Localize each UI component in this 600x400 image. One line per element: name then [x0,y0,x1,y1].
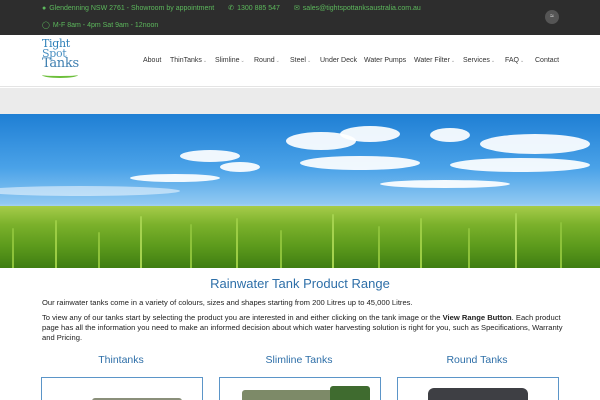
nav-slimline[interactable]: Slimline⌄ [215,57,245,64]
intro-paragraph: Our rainwater tanks come in a variety of… [42,298,413,307]
page-title: Rainwater Tank Product Range [210,276,390,291]
chevron-down-icon: ⌄ [450,58,456,64]
nav-label: Services [463,57,490,64]
logo-swoosh [42,72,78,78]
tank-image[interactable] [428,388,528,400]
chevron-down-icon: ⌄ [240,58,245,64]
nav-about[interactable]: About [143,57,161,64]
email-item[interactable]: ✉ sales@tightspottanksaustralia.com.au [294,5,421,12]
chevron-down-icon: ⌄ [202,58,208,64]
nav-round[interactable]: Round⌄ [254,57,280,64]
nav-under-deck[interactable]: Under Deck [320,57,357,64]
chevron-down-icon: ⌄ [275,58,280,64]
nav-label: Contact [535,57,560,64]
email-link[interactable]: sales@tightspottanksaustralia.com.au [303,5,421,12]
breadcrumb-band [0,88,600,114]
view-range-emphasis: View Range Button [442,313,512,322]
hours-item: ◯ M-F 8am - 4pm Sat 9am - 12noon [42,22,158,29]
nav-label: Steel [290,57,306,64]
chevron-down-icon: ⌄ [490,58,496,64]
nav-label: Slimline [215,57,240,64]
nav-steel[interactable]: Steel⌄ [290,57,311,64]
contact-row: ● Glendenning NSW 2761 - Showroom by app… [42,5,435,12]
nav-label: Under Deck [320,57,357,64]
chevron-down-icon: ⌄ [306,58,312,64]
top-bar: ● Glendenning NSW 2761 - Showroom by app… [0,0,600,35]
nav-water-pumps[interactable]: Water Pumps [364,57,406,64]
product-title-round[interactable]: Round Tanks [397,354,557,366]
instructions-paragraph: To view any of our tanks start by select… [42,313,564,343]
product-card-round[interactable] [397,377,559,400]
clock-icon: ◯ [42,22,50,29]
hero-image [0,114,600,268]
nav-services[interactable]: Services⌄ [463,57,495,64]
phone-icon: ✆ [228,5,235,12]
chevron-down-icon: ⌄ [520,58,525,64]
phone-text[interactable]: 1300 885 547 [237,5,280,12]
logo-line-3: Tanks [42,56,79,71]
site-header: Tight Spot Tanks About ThinTanks⌄ Slimli… [0,35,600,87]
product-title-slimline[interactable]: Slimline Tanks [219,354,379,366]
nav-label: ThinTanks [170,57,202,64]
nav-faq[interactable]: FAQ⌄ [505,57,524,64]
hours-text: M-F 8am - 4pm Sat 9am - 12noon [52,22,159,29]
tank-image[interactable] [330,386,370,400]
map-pin-icon: ● [42,5,47,12]
nav-label: Round [254,57,275,64]
nav-label: FAQ [505,57,520,64]
tank-image[interactable] [242,390,342,400]
envelope-icon: ✉ [293,5,300,12]
address-text: Glendenning NSW 2761 - Showroom by appoi… [49,5,215,12]
product-card-thintanks[interactable] [41,377,203,400]
product-title-thintanks[interactable]: Thintanks [41,354,201,366]
rss-icon[interactable]: ≈ [545,10,559,24]
nav-label: Water Pumps [364,57,407,64]
instructions-text-1: To view any of our tanks start by select… [42,313,443,322]
grass-field [0,206,600,268]
phone-item[interactable]: ✆ 1300 885 547 [228,5,280,12]
site-logo[interactable]: Tight Spot Tanks [42,38,80,83]
nav-thintanks[interactable]: ThinTanks⌄ [170,57,207,64]
product-card-slimline[interactable] [219,377,381,400]
nav-water-filter[interactable]: Water Filter⌄ [414,57,455,64]
address-item: ● Glendenning NSW 2761 - Showroom by app… [42,5,214,12]
nav-label: About [143,57,162,64]
nav-label: Water Filter [414,57,450,64]
hours-row: ◯ M-F 8am - 4pm Sat 9am - 12noon [42,22,172,29]
nav-contact[interactable]: Contact [535,57,559,64]
